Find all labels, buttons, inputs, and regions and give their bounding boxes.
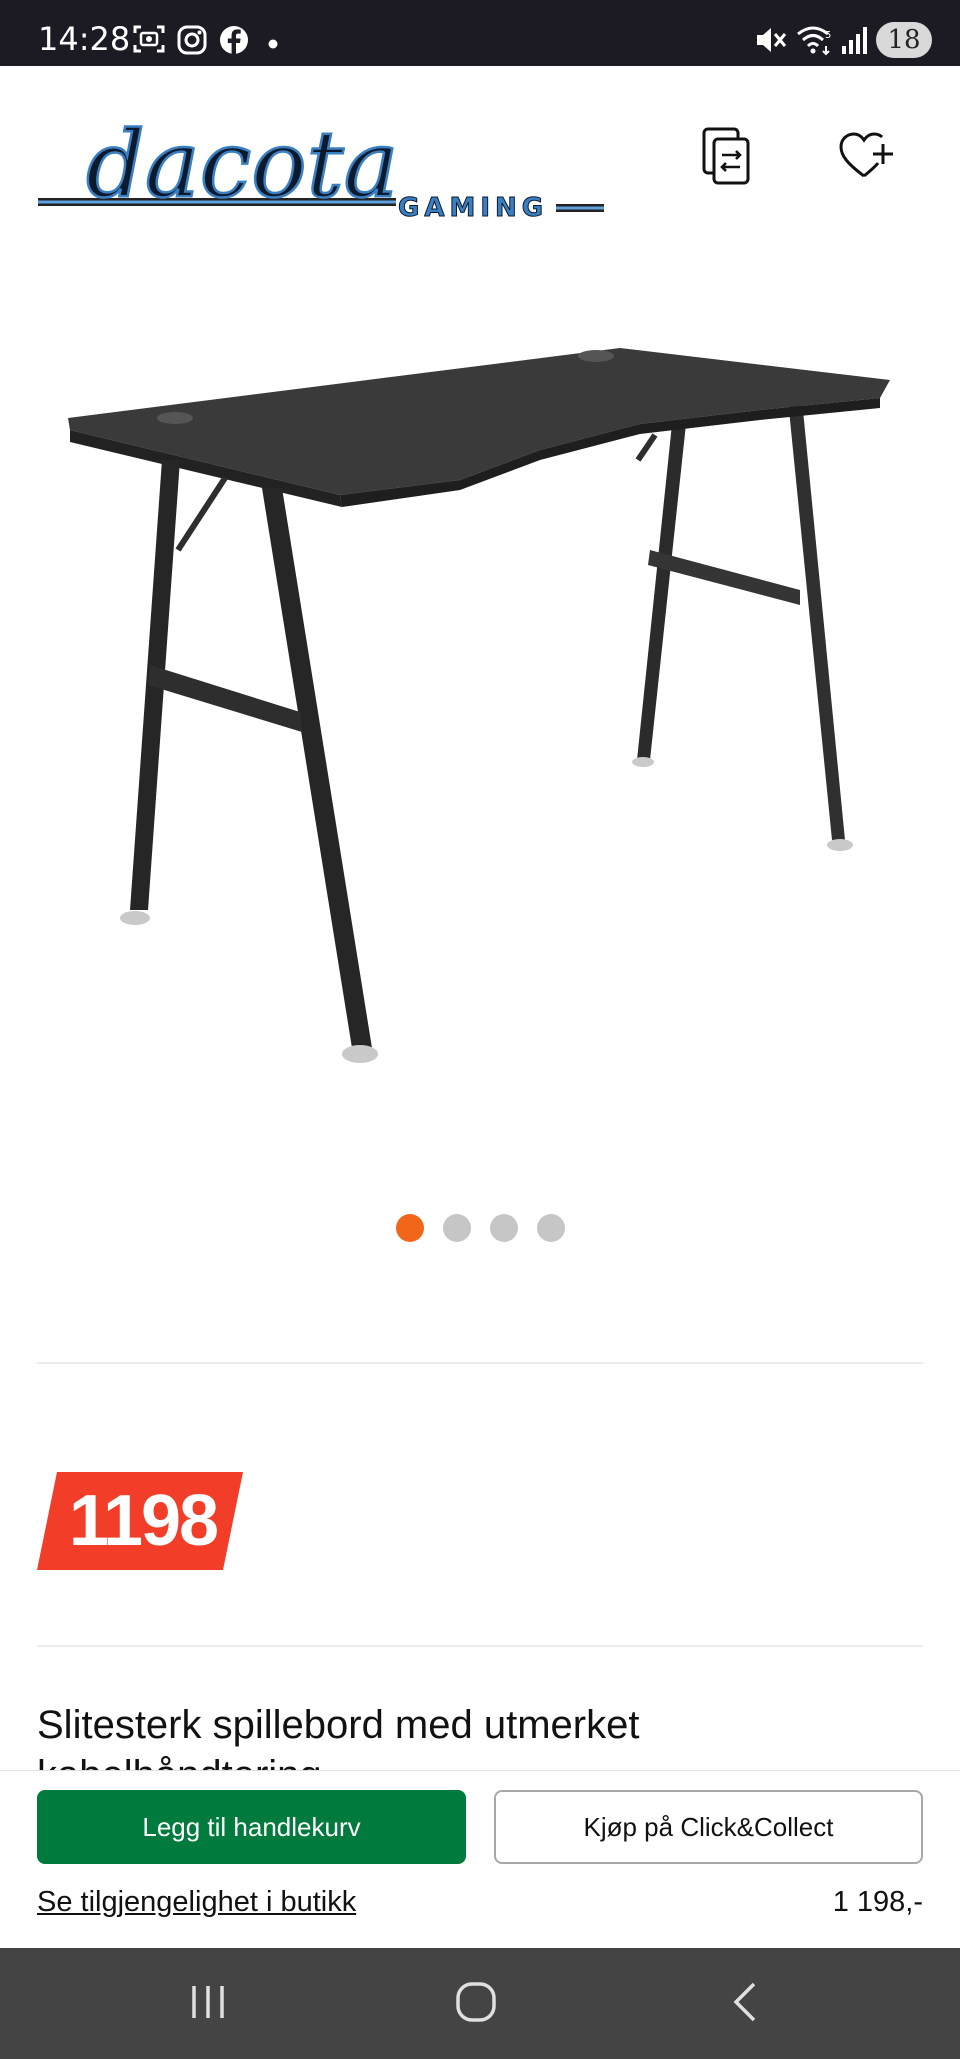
click-collect-button[interactable]: Kjøp på Click&Collect bbox=[494, 1790, 923, 1864]
status-bar: 14:28 5 18 bbox=[0, 0, 960, 66]
screenshot-icon bbox=[132, 24, 166, 59]
divider bbox=[37, 1362, 923, 1364]
back-icon bbox=[728, 1980, 764, 2029]
navigation-bar bbox=[0, 1948, 960, 2059]
heart-plus-icon bbox=[838, 130, 894, 187]
price-badge: 1198 bbox=[37, 1472, 243, 1570]
signal-icon bbox=[840, 24, 870, 61]
dot-icon bbox=[268, 36, 278, 54]
bottom-price: 1 198,- bbox=[832, 1886, 923, 1918]
carousel-dot-3[interactable] bbox=[489, 1214, 518, 1242]
compare-icon bbox=[700, 125, 754, 192]
add-to-cart-button[interactable]: Legg til handlekurv bbox=[37, 1790, 466, 1864]
carousel-dots bbox=[0, 1214, 960, 1244]
logo-wordmark: dacota bbox=[86, 114, 398, 218]
dacota-gaming-logo[interactable]: dacota GAMING bbox=[36, 110, 608, 224]
logo-subtitle: GAMING bbox=[398, 193, 548, 223]
store-availability-link[interactable]: Se tilgjengelighet i butikk bbox=[37, 1886, 356, 1919]
action-bar: Legg til handlekurv Kjøp på Click&Collec… bbox=[0, 1770, 960, 1948]
carousel-dot-1[interactable] bbox=[395, 1214, 424, 1242]
carousel-dot-2[interactable] bbox=[442, 1214, 471, 1242]
divider bbox=[37, 1645, 923, 1647]
home-icon bbox=[454, 1980, 498, 2029]
recents-button[interactable] bbox=[178, 1978, 238, 2030]
header: dacota GAMING bbox=[0, 66, 960, 236]
recents-icon bbox=[188, 1982, 228, 2027]
back-button[interactable] bbox=[716, 1978, 776, 2030]
home-button[interactable] bbox=[446, 1978, 506, 2030]
battery-indicator: 18 bbox=[876, 22, 932, 58]
price-badge-value: 1198 bbox=[68, 1481, 219, 1561]
carousel-dot-4[interactable] bbox=[536, 1214, 565, 1242]
svg-text:5: 5 bbox=[825, 30, 831, 41]
facebook-icon bbox=[218, 24, 250, 61]
instagram-icon bbox=[176, 24, 208, 61]
product-image[interactable] bbox=[40, 300, 920, 1100]
status-time: 14:28 bbox=[38, 20, 131, 58]
wishlist-button[interactable] bbox=[826, 118, 906, 198]
wifi-icon: 5 bbox=[796, 24, 834, 61]
mute-icon bbox=[754, 24, 788, 61]
compare-button[interactable] bbox=[687, 118, 767, 198]
